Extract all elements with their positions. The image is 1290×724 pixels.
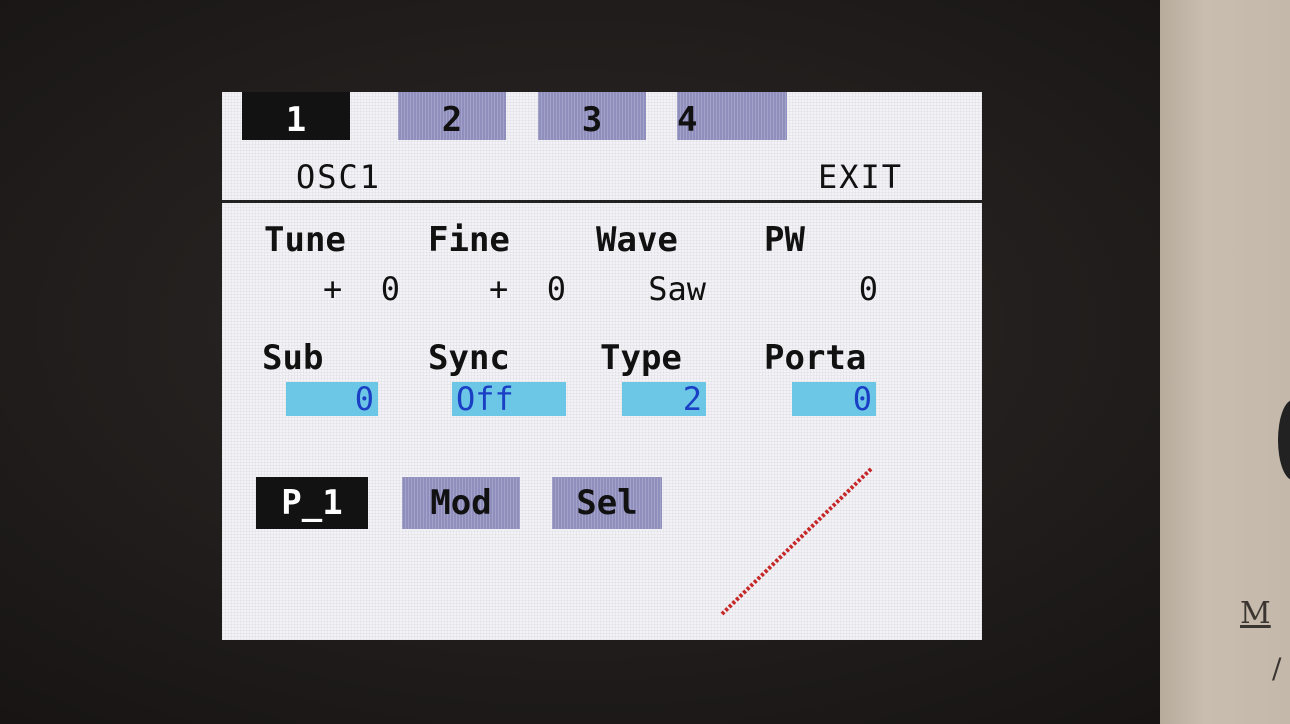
lcd-screen: 1 2 3 4 OSC1 EXIT Tune Fine Wave PW + 0 … xyxy=(222,92,982,640)
panel-text-fragment: / xyxy=(1272,652,1282,685)
panel-logo-fragment: M xyxy=(1240,596,1271,631)
curve-line xyxy=(720,466,874,616)
linear-ramp-graph-icon xyxy=(720,466,874,616)
